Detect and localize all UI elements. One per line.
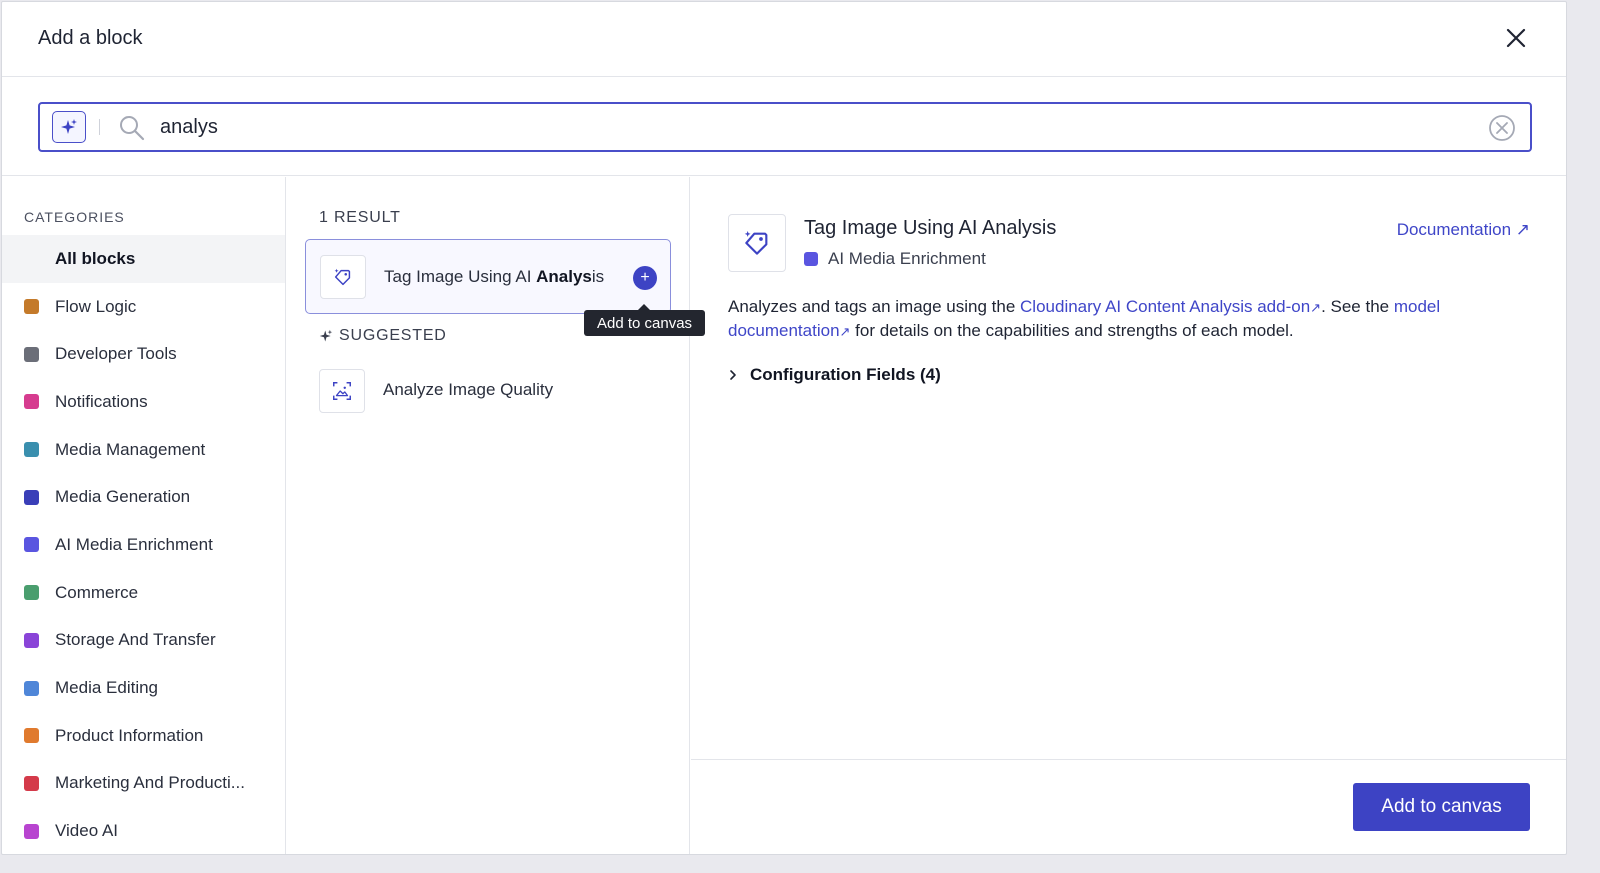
category-commerce[interactable]: Commerce xyxy=(2,569,285,617)
category-label: Commerce xyxy=(55,582,139,602)
detail-block-icon-box xyxy=(728,214,786,272)
description-text: for details on the capabilities and stre… xyxy=(850,321,1294,340)
suggested-heading-label: SUGGESTED xyxy=(339,327,447,344)
dialog-title: Add a block xyxy=(38,27,143,49)
category-color-swatch xyxy=(24,299,39,315)
category-video-ai[interactable]: Video AI xyxy=(2,807,285,854)
tag-sparkle-icon xyxy=(744,231,768,255)
detail-category: AI Media Enrichment xyxy=(804,249,986,269)
tag-sparkle-icon xyxy=(334,268,351,286)
dialog-header: Add a block xyxy=(2,2,1566,77)
category-color-swatch xyxy=(804,252,818,266)
sparkle-icon xyxy=(61,119,77,134)
configuration-fields-label: Configuration Fields (4) xyxy=(750,365,941,384)
detail-description: Analyzes and tags an image using the Clo… xyxy=(728,295,1528,343)
category-label: Marketing And Producti... xyxy=(55,773,245,793)
result-count: 1 RESULT xyxy=(319,209,401,226)
result-name-suffix: is xyxy=(591,267,605,286)
category-marketing-and-production[interactable]: Marketing And Producti... xyxy=(2,760,285,808)
add-to-canvas-tooltip: Add to canvas xyxy=(584,304,705,336)
category-label: Media Editing xyxy=(55,678,159,698)
category-media-editing[interactable]: Media Editing xyxy=(2,664,285,712)
category-ai-media-enrichment[interactable]: AI Media Enrichment xyxy=(2,521,285,569)
search-area xyxy=(2,78,1566,176)
suggested-item-name: Analyze Image Quality xyxy=(383,380,554,399)
detail-title: Tag Image Using AI Analysis xyxy=(804,217,1057,239)
external-link-icon: ↗ xyxy=(839,324,851,339)
search-icon xyxy=(120,116,145,141)
clear-search-icon[interactable] xyxy=(1488,114,1516,142)
category-media-generation[interactable]: Media Generation xyxy=(2,473,285,521)
category-color-swatch xyxy=(24,537,39,553)
category-label: Flow Logic xyxy=(55,296,137,316)
search-input[interactable] xyxy=(160,112,1460,142)
block-icon-box xyxy=(319,369,365,413)
category-color-swatch xyxy=(24,775,39,791)
category-label: Media Management xyxy=(55,439,206,459)
category-color-swatch xyxy=(24,346,39,362)
image-frame-icon xyxy=(333,382,351,400)
category-label: Notifications xyxy=(55,391,148,411)
search-divider xyxy=(99,119,100,135)
result-item[interactable]: Tag Image Using AI Analysis + xyxy=(305,239,671,314)
detail-category-label: AI Media Enrichment xyxy=(828,249,986,268)
details-panel: Tag Image Using AI Analysis AI Media Enr… xyxy=(691,177,1566,854)
category-label: Media Generation xyxy=(55,487,191,507)
suggested-item[interactable]: Analyze Image Quality xyxy=(305,361,671,421)
category-label: Video AI xyxy=(55,821,119,841)
close-icon xyxy=(1506,28,1526,48)
category-color-swatch xyxy=(24,489,39,505)
category-product-information[interactable]: Product Information xyxy=(2,712,285,760)
category-color-swatch xyxy=(24,394,39,410)
result-name-match: Analys xyxy=(536,267,592,286)
category-color-swatch xyxy=(24,442,39,458)
description-text: Analyzes and tags an image using the xyxy=(728,297,1021,316)
content-analysis-addon-link[interactable]: Cloudinary AI Content Analysis add-on xyxy=(1020,297,1310,316)
plus-icon: + xyxy=(640,269,650,286)
category-label: Storage And Transfer xyxy=(55,630,216,650)
configuration-fields-toggle[interactable]: Configuration Fields (4) xyxy=(728,365,941,385)
category-notifications[interactable]: Notifications xyxy=(2,378,285,426)
search-box xyxy=(38,102,1532,152)
category-label: AI Media Enrichment xyxy=(55,534,213,554)
details-footer: Add to canvas xyxy=(691,759,1566,854)
suggested-heading: SUGGESTED xyxy=(319,327,447,345)
categories-heading: CATEGORIES xyxy=(24,209,125,225)
category-color-swatch xyxy=(24,728,39,744)
chevron-right-icon xyxy=(730,370,736,380)
category-label: Developer Tools xyxy=(55,344,177,364)
categories-list: All blocks Flow Logic Developer Tools No… xyxy=(2,235,285,854)
category-color-swatch xyxy=(24,823,39,839)
add-to-canvas-icon-button[interactable]: + xyxy=(633,266,657,290)
category-color-swatch xyxy=(24,680,39,696)
category-all-blocks[interactable]: All blocks xyxy=(2,235,285,283)
documentation-link[interactable]: Documentation ↗ xyxy=(1397,220,1530,240)
close-button[interactable] xyxy=(1504,26,1528,50)
category-color-swatch xyxy=(24,585,39,601)
category-developer-tools[interactable]: Developer Tools xyxy=(2,330,285,378)
results-panel: 1 RESULT Tag Image Using AI Analysis + A… xyxy=(287,177,705,854)
ai-search-toggle[interactable] xyxy=(52,111,86,143)
result-name: Tag Image Using AI Analysis xyxy=(384,267,604,287)
add-block-dialog: Add a block analys CATEGORIES All blocks… xyxy=(1,1,1567,855)
category-color-swatch xyxy=(24,632,39,648)
external-link-icon: ↗ xyxy=(1310,300,1322,315)
block-icon-box xyxy=(320,255,366,299)
add-to-canvas-button[interactable]: Add to canvas xyxy=(1353,783,1530,831)
category-storage-and-transfer[interactable]: Storage And Transfer xyxy=(2,617,285,665)
categories-panel: CATEGORIES All blocks Flow Logic Develop… xyxy=(2,177,286,854)
sparkle-icon xyxy=(319,329,333,342)
category-media-management[interactable]: Media Management xyxy=(2,426,285,474)
category-flow-logic[interactable]: Flow Logic xyxy=(2,283,285,331)
result-name-prefix: Tag Image Using AI xyxy=(384,267,537,286)
category-label: All blocks xyxy=(55,248,136,268)
description-text: . See the xyxy=(1321,297,1394,316)
category-label: Product Information xyxy=(55,725,204,745)
